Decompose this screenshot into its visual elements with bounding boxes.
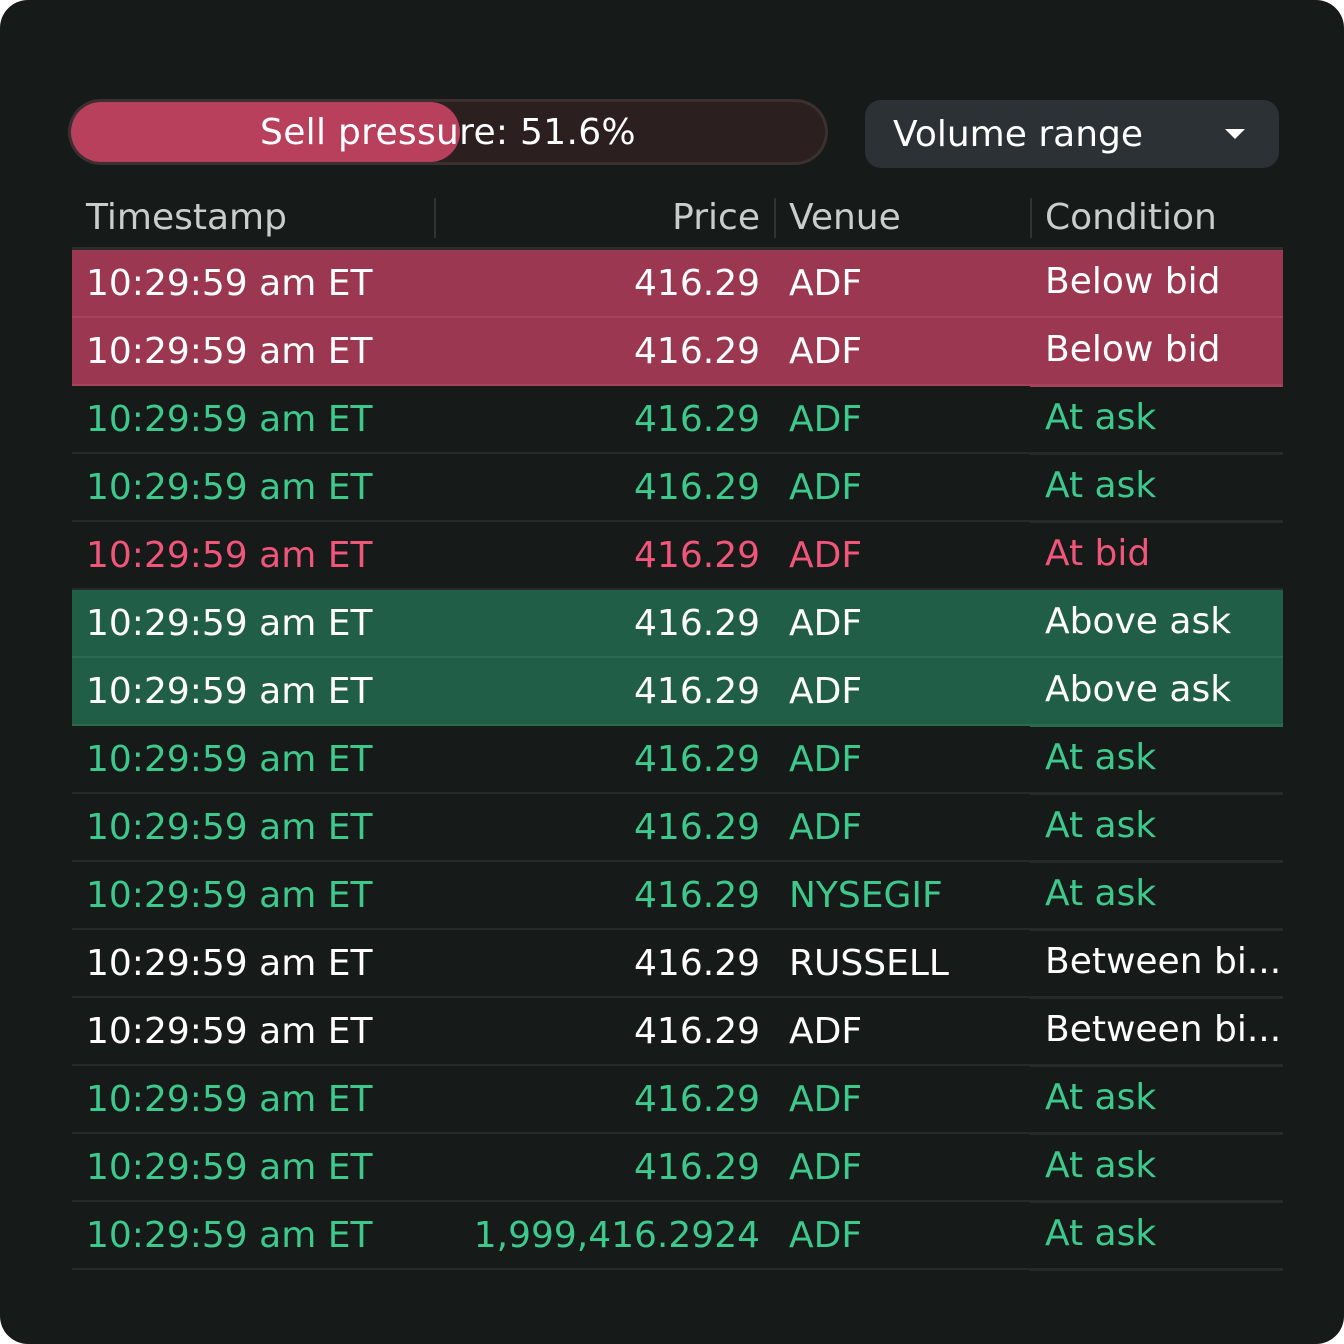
cell-venue: ADF	[789, 330, 863, 372]
sell-pressure-bar: Sell pressure: 51.6%	[68, 99, 828, 165]
cell-price: 416.29	[634, 1146, 760, 1188]
cell-timestamp: 10:29:59 am ET	[86, 602, 373, 644]
sell-pressure-label: Sell pressure: 51.6%	[260, 111, 636, 153]
cell-timestamp: 10:29:59 am ET	[86, 942, 373, 984]
trades-table: Timestamp Price Venue Condition 10:29:59…	[72, 184, 1283, 1271]
cell-price: 416.29	[634, 398, 760, 440]
table-row[interactable]: 10:29:59 am ET 416.29 ADF At ask	[72, 454, 1283, 523]
cell-condition: Between bi...	[1045, 1008, 1282, 1050]
cell-price: 416.29	[634, 602, 760, 644]
cell-price: 416.29	[634, 534, 760, 576]
column-divider[interactable]	[774, 198, 776, 238]
cell-timestamp: 10:29:59 am ET	[86, 262, 373, 304]
cell-condition: Above ask	[1045, 600, 1232, 642]
cell-timestamp: 10:29:59 am ET	[86, 534, 373, 576]
cell-timestamp: 10:29:59 am ET	[86, 1146, 373, 1188]
table-row[interactable]: 10:29:59 am ET 416.29 ADF At ask	[72, 386, 1283, 455]
cell-venue: ADF	[789, 806, 863, 848]
table-row[interactable]: 10:29:59 am ET 416.29 ADF Between bi...	[72, 998, 1283, 1067]
cell-price: 416.29	[634, 942, 760, 984]
cell-timestamp: 10:29:59 am ET	[86, 874, 373, 916]
cell-venue: ADF	[789, 534, 863, 576]
cell-venue: ADF	[789, 1214, 863, 1256]
cell-price: 416.29	[634, 670, 760, 712]
cell-venue: ADF	[789, 670, 863, 712]
cell-timestamp: 10:29:59 am ET	[86, 398, 373, 440]
cell-venue: ADF	[789, 398, 863, 440]
cell-condition: Between bi...	[1045, 940, 1282, 982]
volume-range-dropdown[interactable]: Volume range	[865, 100, 1279, 168]
cell-price: 416.29	[634, 262, 760, 304]
cell-condition: Below bid	[1045, 260, 1221, 302]
table-header: Timestamp Price Venue Condition	[72, 184, 1283, 250]
table-row[interactable]: 10:29:59 am ET 416.29 ADF Above ask	[72, 590, 1283, 659]
table-row[interactable]: 10:29:59 am ET 1,999,416.2924 ADF At ask	[72, 1202, 1283, 1271]
cell-venue: RUSSELL	[789, 942, 949, 984]
table-row[interactable]: 10:29:59 am ET 416.29 ADF Below bid	[72, 250, 1283, 319]
header-timestamp[interactable]: Timestamp	[86, 184, 287, 250]
header-condition[interactable]: Condition	[1045, 184, 1217, 250]
cell-condition: At ask	[1045, 804, 1157, 846]
cell-timestamp: 10:29:59 am ET	[86, 1078, 373, 1120]
cell-venue: ADF	[789, 738, 863, 780]
cell-venue: ADF	[789, 602, 863, 644]
cell-condition: At ask	[1045, 872, 1157, 914]
cell-price: 416.29	[634, 874, 760, 916]
cell-price: 416.29	[634, 466, 760, 508]
table-row[interactable]: 10:29:59 am ET 416.29 ADF At ask	[72, 794, 1283, 863]
cell-venue: ADF	[789, 1010, 863, 1052]
table-row[interactable]: 10:29:59 am ET 416.29 ADF Below bid	[72, 318, 1283, 387]
cell-condition: At ask	[1045, 396, 1157, 438]
cell-price: 1,999,416.2924	[473, 1214, 760, 1256]
cell-timestamp: 10:29:59 am ET	[86, 1214, 373, 1256]
table-body: 10:29:59 am ET 416.29 ADF Below bid 10:29:59…	[72, 250, 1283, 1271]
column-divider[interactable]	[434, 198, 436, 238]
volume-range-label: Volume range	[893, 113, 1144, 155]
header-venue[interactable]: Venue	[789, 184, 901, 250]
cell-venue: ADF	[789, 1146, 863, 1188]
caret-down-icon	[1225, 129, 1245, 139]
column-divider[interactable]	[1030, 198, 1032, 238]
table-row[interactable]: 10:29:59 am ET 416.29 ADF At bid	[72, 522, 1283, 591]
cell-condition: At ask	[1045, 1144, 1157, 1186]
cell-price: 416.29	[634, 806, 760, 848]
cell-timestamp: 10:29:59 am ET	[86, 738, 373, 780]
cell-timestamp: 10:29:59 am ET	[86, 330, 373, 372]
cell-timestamp: 10:29:59 am ET	[86, 670, 373, 712]
cell-price: 416.29	[634, 330, 760, 372]
table-row[interactable]: 10:29:59 am ET 416.29 NYSEGIF At ask	[72, 862, 1283, 931]
cell-condition: At bid	[1045, 532, 1151, 574]
cell-timestamp: 10:29:59 am ET	[86, 1010, 373, 1052]
time-and-sales-panel: Sell pressure: 51.6% Volume range Timest…	[0, 0, 1344, 1344]
cell-condition: At ask	[1045, 464, 1157, 506]
cell-timestamp: 10:29:59 am ET	[86, 466, 373, 508]
cell-condition: At ask	[1045, 1076, 1157, 1118]
cell-venue: ADF	[789, 1078, 863, 1120]
cell-venue: NYSEGIF	[789, 874, 943, 916]
cell-condition: At ask	[1045, 1212, 1157, 1254]
table-row[interactable]: 10:29:59 am ET 416.29 ADF At ask	[72, 1066, 1283, 1135]
cell-timestamp: 10:29:59 am ET	[86, 806, 373, 848]
header-price[interactable]: Price	[672, 184, 760, 250]
cell-condition: Above ask	[1045, 668, 1232, 710]
cell-condition: Below bid	[1045, 328, 1221, 370]
table-row[interactable]: 10:29:59 am ET 416.29 RUSSELL Between bi...	[72, 930, 1283, 999]
cell-price: 416.29	[634, 738, 760, 780]
cell-condition: At ask	[1045, 736, 1157, 778]
table-row[interactable]: 10:29:59 am ET 416.29 ADF Above ask	[72, 658, 1283, 727]
cell-price: 416.29	[634, 1010, 760, 1052]
cell-price: 416.29	[634, 1078, 760, 1120]
table-row[interactable]: 10:29:59 am ET 416.29 ADF At ask	[72, 726, 1283, 795]
table-row[interactable]: 10:29:59 am ET 416.29 ADF At ask	[72, 1134, 1283, 1203]
cell-venue: ADF	[789, 262, 863, 304]
cell-venue: ADF	[789, 466, 863, 508]
